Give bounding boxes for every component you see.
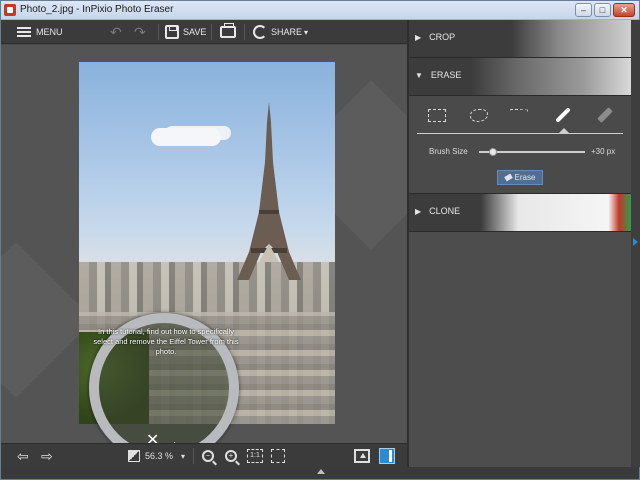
eiffel-tower[interactable]: [229, 102, 309, 282]
fit-screen-icon: [271, 449, 285, 463]
zoom-in-icon: +: [225, 450, 237, 462]
rectangle-select-tool[interactable]: [425, 105, 449, 125]
zoom-out-button[interactable]: −: [202, 444, 214, 468]
chevron-down-icon: ▾: [304, 27, 309, 37]
tools-side-panel: ▶ CROP ▼ ERASE Brush Size +30 px Erase ▶…: [407, 20, 640, 467]
share-label: SHARE: [271, 27, 303, 37]
panel-toggle-icon: [379, 448, 395, 464]
hamburger-icon: [17, 27, 31, 37]
section-clone-header: ▶ CLONE: [415, 206, 460, 216]
export-button[interactable]: [354, 444, 370, 468]
chevron-right-icon: ▶: [415, 32, 422, 42]
slider-handle[interactable]: [489, 148, 497, 156]
redo-button[interactable]: ↷: [134, 20, 146, 44]
top-toolbar: MENU ↶ ↷ SAVE SHARE ▾: [1, 20, 407, 44]
clone-banner-image: [481, 194, 631, 231]
erase-button[interactable]: Erase: [497, 170, 543, 185]
eraser-icon: [503, 173, 513, 182]
status-bar: [1, 467, 639, 479]
toggle-panel-button[interactable]: [379, 444, 395, 468]
app-logo-icon: [4, 4, 16, 16]
next-image-button[interactable]: ⇨: [41, 444, 53, 468]
chevron-down-icon: ▾: [181, 451, 186, 461]
menu-label: MENU: [36, 27, 63, 37]
brush-tool[interactable]: [551, 105, 575, 125]
actual-size-button[interactable]: 1:1: [247, 444, 263, 468]
window-title: Photo_2.jpg - InPixio Photo Eraser: [20, 4, 174, 15]
section-crop-header: ▶ CROP: [415, 32, 455, 42]
bottom-toolbar: ⇦ ⇨ 56.3 % ▾ − + 1:1: [1, 443, 407, 467]
cloud: [151, 128, 221, 146]
close-icon[interactable]: ✕: [146, 433, 159, 444]
share-button[interactable]: SHARE ▾: [253, 20, 308, 44]
zoom-dropdown[interactable]: 56.3 % ▾: [128, 444, 185, 468]
brush-size-label: Brush Size: [429, 147, 468, 156]
zoom-value: 56.3 %: [145, 451, 174, 461]
section-clone[interactable]: ▶ CLONE: [409, 194, 631, 232]
chevron-up-icon[interactable]: [317, 469, 325, 474]
brush-size-slider[interactable]: [479, 148, 585, 156]
redo-icon: ↷: [134, 23, 146, 40]
section-crop[interactable]: ▶ CROP: [409, 20, 631, 58]
share-icon: [253, 25, 267, 39]
print-button[interactable]: [220, 20, 236, 44]
brush-size-value: +30 px: [591, 147, 616, 156]
erase-button-label: Erase: [514, 173, 536, 182]
active-tool-indicator: [559, 128, 569, 133]
maximize-button[interactable]: □: [594, 3, 611, 17]
eraser-tool[interactable]: [593, 105, 617, 125]
save-label: SAVE: [183, 27, 207, 37]
section-clone-label: CLONE: [429, 206, 461, 216]
previous-image-button[interactable]: ⇦: [17, 444, 29, 468]
undo-icon: ↶: [110, 23, 122, 40]
arrow-left-icon: ⇦: [17, 447, 29, 464]
lasso-icon: [470, 108, 488, 122]
collapse-panel-icon[interactable]: [633, 238, 638, 246]
polygon-lasso-icon: [510, 108, 528, 122]
title-bar: Photo_2.jpg - InPixio Photo Eraser – □ ✕: [1, 1, 639, 20]
rectangle-select-icon: [428, 108, 446, 122]
toolbar-divider: [211, 24, 212, 40]
export-icon: [354, 449, 370, 463]
crop-banner-image: [511, 20, 631, 57]
tutorial-text: In this tutorial, find out how to specif…: [93, 327, 239, 356]
section-erase-header: ▼ ERASE: [415, 70, 461, 80]
chevron-right-icon: ▶: [415, 206, 422, 216]
polygon-lasso-tool[interactable]: [507, 105, 531, 125]
toolbar-divider: [244, 24, 245, 40]
erase-banner-image: [471, 58, 631, 95]
toolbar-divider: [193, 448, 194, 464]
section-erase[interactable]: ▼ ERASE: [409, 58, 631, 96]
close-window-button[interactable]: ✕: [613, 3, 635, 17]
save-icon: [165, 25, 179, 39]
one-to-one-icon: 1:1: [247, 449, 263, 463]
photo-canvas[interactable]: In this tutorial, find out how to specif…: [1, 45, 407, 443]
arrow-right-icon[interactable]: →: [165, 433, 179, 443]
arrow-right-icon: ⇨: [41, 447, 53, 464]
lasso-tool[interactable]: [467, 105, 491, 125]
tool-divider: [417, 133, 623, 134]
undo-button[interactable]: ↶: [110, 20, 122, 44]
fit-to-screen-button[interactable]: [271, 444, 285, 468]
section-crop-label: CROP: [429, 32, 456, 42]
printer-icon: [220, 23, 236, 38]
zoom-preview-icon: [128, 450, 140, 462]
minimize-button[interactable]: –: [575, 3, 592, 17]
zoom-out-icon: −: [202, 450, 214, 462]
brush-icon: [555, 107, 571, 123]
panel-edge: [631, 20, 640, 467]
zoom-in-button[interactable]: +: [225, 444, 237, 468]
menu-button[interactable]: MENU: [17, 20, 63, 44]
save-button[interactable]: SAVE: [165, 20, 206, 44]
toolbar-divider: [158, 24, 159, 40]
section-erase-label: ERASE: [430, 70, 462, 80]
app-window: Photo_2.jpg - InPixio Photo Eraser – □ ✕…: [0, 0, 640, 480]
eraser-icon: [597, 107, 613, 123]
erase-tools: Brush Size +30 px Erase: [409, 96, 631, 194]
chevron-down-icon: ▼: [415, 70, 423, 80]
